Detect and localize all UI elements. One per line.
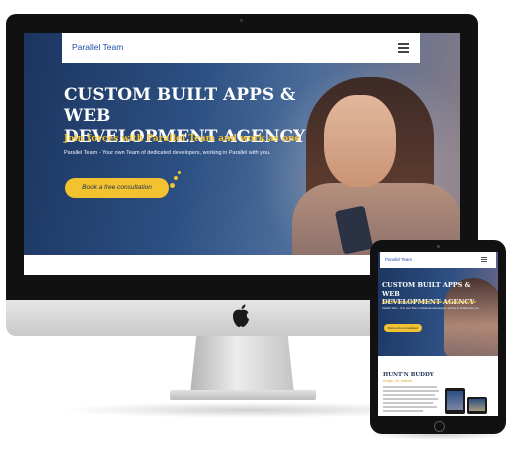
top-navbar: Parallel Team — [62, 33, 420, 63]
tablet-body-text-line — [383, 402, 433, 404]
imac-stand-foot — [170, 390, 316, 400]
tablet-book-consultation-button[interactable]: Book a free consultation — [384, 324, 422, 332]
hero-section: CUSTOM BUILT APPS & WEB DEVELOPMENT AGEN… — [24, 33, 460, 255]
imac-screen: CUSTOM BUILT APPS & WEB DEVELOPMENT AGEN… — [24, 33, 460, 275]
project-phone-screen — [447, 391, 463, 410]
tablet-hero-subheadline: Join forces with Parallel Team and work … — [382, 300, 477, 304]
tablet-body-text-line — [383, 390, 439, 392]
tablet-hamburger-menu-icon[interactable] — [481, 257, 487, 263]
monitor-camera — [240, 19, 243, 22]
apple-logo-icon — [233, 304, 249, 327]
hero-tagline: Parallel Team - Your own Team of dedicat… — [64, 150, 271, 156]
tablet-body-text-line — [383, 410, 423, 412]
decor-dot — [178, 171, 181, 174]
brand-logo-text[interactable]: Parallel Team — [72, 42, 123, 52]
tablet-project-subtitle: Design. UX. Android. — [383, 379, 413, 383]
tablet-body-text-line — [383, 394, 435, 396]
hero-photo-woman-face — [324, 95, 396, 187]
project-phone-screen — [469, 399, 485, 411]
decor-dot — [170, 183, 175, 188]
tablet-home-button — [434, 421, 445, 432]
imac-stand-neck — [190, 336, 294, 394]
decor-dot — [174, 176, 178, 180]
tablet-body-text-line — [383, 398, 438, 400]
tablet-headline-line-1: CUSTOM BUILT APPS & WEB — [382, 281, 471, 298]
tablet-hero-tagline: Parallel Team - Your own Team of dedicat… — [382, 307, 480, 310]
tablet-project-title: HUNT'N BUDDY — [383, 372, 434, 378]
book-consultation-button[interactable]: Book a free consultation — [65, 178, 169, 198]
tablet-navbar: Parallel Team — [380, 252, 496, 268]
hero-subheadline: Join forces with Parallel Team and work … — [64, 134, 301, 144]
tablet-brand-logo-text[interactable]: Parallel Team — [385, 257, 412, 262]
hamburger-menu-icon[interactable] — [398, 43, 409, 53]
tablet-body-text-line — [383, 386, 437, 388]
headline-line-1: CUSTOM BUILT APPS & WEB — [64, 85, 296, 126]
ipad-screen: CUSTOM BUILT APPS & WEB DEVELOPMENT AGEN… — [378, 252, 498, 416]
tablet-body-text-line — [383, 406, 437, 408]
tablet-camera — [437, 245, 440, 248]
